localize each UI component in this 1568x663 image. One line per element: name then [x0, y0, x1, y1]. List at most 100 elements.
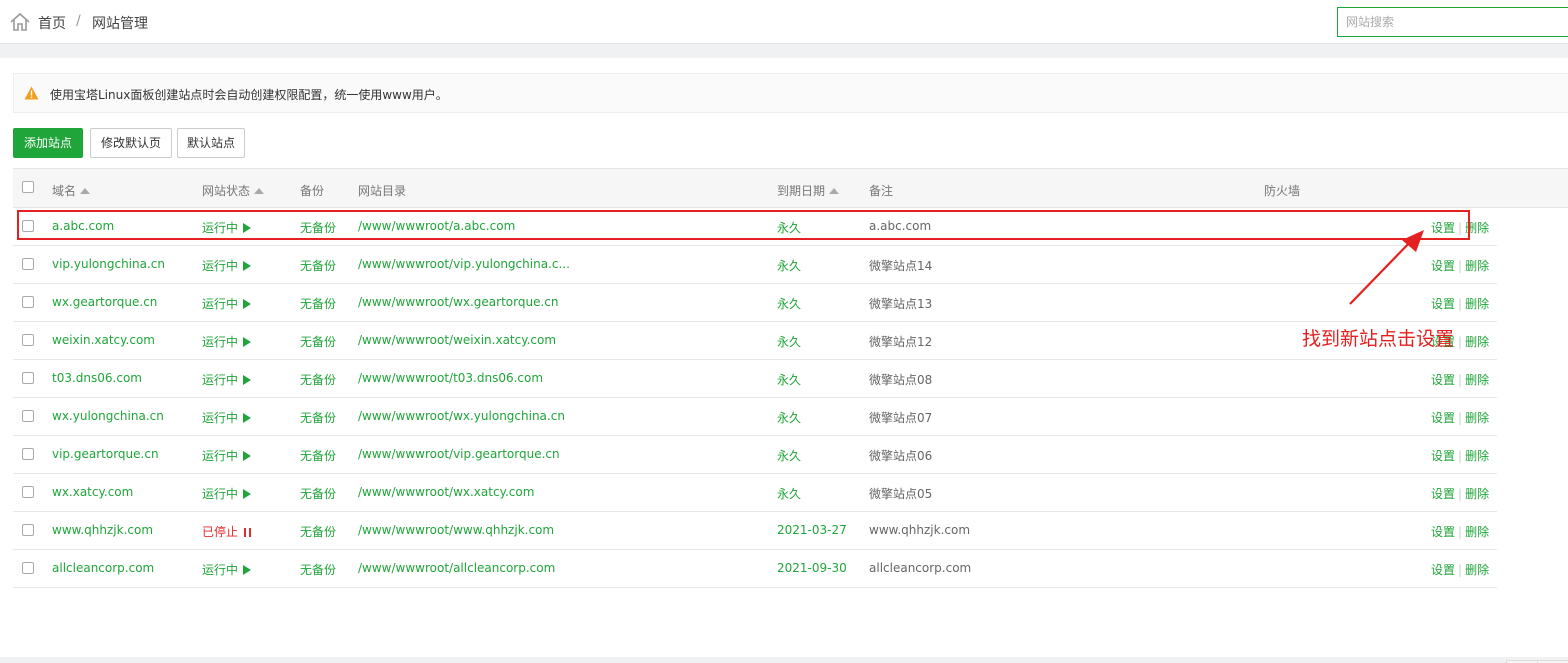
settings-link[interactable]: 设置	[1431, 297, 1455, 311]
row-checkbox[interactable]	[22, 258, 34, 270]
play-icon	[243, 413, 252, 423]
site-status-toggle[interactable]: 运行中	[202, 371, 252, 388]
delete-link[interactable]: 删除	[1465, 449, 1489, 463]
play-icon	[243, 375, 252, 385]
site-backup-link[interactable]: 无备份	[300, 257, 336, 274]
site-backup-link[interactable]: 无备份	[300, 523, 336, 540]
settings-link[interactable]: 设置	[1431, 525, 1455, 539]
site-directory-link[interactable]: /www/wwwroot/vip.yulongchina.c...	[358, 257, 570, 271]
site-directory-link[interactable]: /www/wwwroot/weixin.xatcy.com	[358, 333, 556, 347]
site-backup-link[interactable]: 无备份	[300, 333, 336, 350]
site-domain-link[interactable]: t03.dns06.com	[52, 371, 142, 385]
site-domain-link[interactable]: www.qhhzjk.com	[52, 523, 153, 537]
site-status-toggle[interactable]: 运行中	[202, 561, 252, 578]
site-directory-link[interactable]: /www/wwwroot/wx.yulongchina.cn	[358, 409, 565, 423]
site-remark[interactable]: 微擎站点05	[869, 485, 932, 502]
site-status-toggle[interactable]: 运行中	[202, 257, 252, 274]
site-backup-link[interactable]: 无备份	[300, 561, 336, 578]
pause-icon	[244, 528, 252, 537]
site-status-toggle[interactable]: 运行中	[202, 295, 252, 312]
row-checkbox[interactable]	[22, 372, 34, 384]
delete-link[interactable]: 删除	[1465, 525, 1489, 539]
site-status-toggle[interactable]: 运行中	[202, 409, 252, 426]
row-checkbox[interactable]	[22, 296, 34, 308]
site-remark[interactable]: 微擎站点13	[869, 295, 932, 312]
site-domain-link[interactable]: vip.yulongchina.cn	[52, 257, 165, 271]
row-checkbox[interactable]	[22, 562, 34, 574]
select-all-checkbox[interactable]	[22, 181, 34, 193]
site-expiry[interactable]: 永久	[777, 447, 801, 464]
play-icon	[243, 299, 252, 309]
play-icon	[243, 261, 252, 271]
site-remark[interactable]: 微擎站点08	[869, 371, 932, 388]
site-backup-link[interactable]: 无备份	[300, 409, 336, 426]
delete-link[interactable]: 删除	[1465, 297, 1489, 311]
site-expiry[interactable]: 永久	[777, 409, 801, 426]
header-expiry[interactable]: 到期日期	[777, 182, 840, 199]
home-icon[interactable]	[9, 11, 31, 33]
row-actions: 设置 | 删除	[1431, 295, 1489, 312]
warning-icon	[24, 86, 39, 100]
site-domain-link[interactable]: wx.xatcy.com	[52, 485, 133, 499]
header-status[interactable]: 网站状态	[202, 182, 265, 199]
site-expiry[interactable]: 永久	[777, 333, 801, 350]
site-remark[interactable]: www.qhhzjk.com	[869, 523, 970, 537]
settings-link[interactable]: 设置	[1431, 449, 1455, 463]
row-checkbox[interactable]	[22, 334, 34, 346]
site-backup-link[interactable]: 无备份	[300, 371, 336, 388]
settings-link[interactable]: 设置	[1431, 373, 1455, 387]
site-backup-link[interactable]: 无备份	[300, 485, 336, 502]
settings-link[interactable]: 设置	[1431, 487, 1455, 501]
site-search-input[interactable]	[1337, 7, 1568, 37]
site-domain-link[interactable]: wx.geartorque.cn	[52, 295, 157, 309]
default-site-button[interactable]: 默认站点	[177, 128, 245, 158]
settings-link[interactable]: 设置	[1431, 411, 1455, 425]
site-backup-link[interactable]: 无备份	[300, 295, 336, 312]
site-expiry[interactable]: 2021-09-30	[777, 561, 847, 575]
row-checkbox[interactable]	[22, 410, 34, 422]
site-domain-link[interactable]: vip.geartorque.cn	[52, 447, 159, 461]
site-expiry[interactable]: 2021-03-27	[777, 523, 847, 537]
site-remark[interactable]: allcleancorp.com	[869, 561, 971, 575]
delete-link[interactable]: 删除	[1465, 411, 1489, 425]
site-remark[interactable]: 微擎站点12	[869, 333, 932, 350]
site-directory-link[interactable]: /www/wwwroot/wx.xatcy.com	[358, 485, 534, 499]
site-expiry[interactable]: 永久	[777, 485, 801, 502]
sort-asc-icon	[254, 188, 265, 194]
site-expiry[interactable]: 永久	[777, 371, 801, 388]
modify-default-page-button[interactable]: 修改默认页	[90, 128, 172, 158]
notice-bar: 使用宝塔Linux面板创建站点时会自动创建权限配置，统一使用www用户。	[13, 73, 1568, 113]
site-status-toggle[interactable]: 运行中	[202, 447, 252, 464]
row-actions: 设置 | 删除	[1431, 409, 1489, 426]
site-remark[interactable]: 微擎站点14	[869, 257, 932, 274]
site-domain-link[interactable]: weixin.xatcy.com	[52, 333, 155, 347]
site-remark[interactable]: 微擎站点07	[869, 409, 932, 426]
site-directory-link[interactable]: /www/wwwroot/vip.geartorque.cn	[358, 447, 560, 461]
delete-link[interactable]: 删除	[1465, 373, 1489, 387]
delete-link[interactable]: 删除	[1465, 563, 1489, 577]
breadcrumb-home[interactable]: 首页	[38, 13, 66, 33]
site-directory-link[interactable]: /www/wwwroot/www.qhhzjk.com	[358, 523, 554, 537]
site-expiry[interactable]: 永久	[777, 257, 801, 274]
row-checkbox[interactable]	[22, 486, 34, 498]
site-status-toggle[interactable]: 运行中	[202, 485, 252, 502]
add-site-button[interactable]: 添加站点	[13, 128, 83, 158]
site-directory-link[interactable]: /www/wwwroot/wx.geartorque.cn	[358, 295, 558, 309]
site-expiry[interactable]: 永久	[777, 295, 801, 312]
row-checkbox[interactable]	[22, 448, 34, 460]
site-directory-link[interactable]: /www/wwwroot/allcleancorp.com	[358, 561, 555, 575]
settings-link[interactable]: 设置	[1431, 563, 1455, 577]
delete-link[interactable]: 删除	[1465, 487, 1489, 501]
header-domain[interactable]: 域名	[52, 182, 91, 199]
site-backup-link[interactable]: 无备份	[300, 447, 336, 464]
site-remark[interactable]: 微擎站点06	[869, 447, 932, 464]
site-domain-link[interactable]: wx.yulongchina.cn	[52, 409, 164, 423]
site-status-toggle[interactable]: 已停止	[202, 523, 252, 540]
settings-link[interactable]: 设置	[1431, 259, 1455, 273]
site-directory-link[interactable]: /www/wwwroot/t03.dns06.com	[358, 371, 543, 385]
delete-link[interactable]: 删除	[1465, 335, 1489, 349]
site-status-toggle[interactable]: 运行中	[202, 333, 252, 350]
delete-link[interactable]: 删除	[1465, 259, 1489, 273]
row-checkbox[interactable]	[22, 524, 34, 536]
site-domain-link[interactable]: allcleancorp.com	[52, 561, 154, 575]
